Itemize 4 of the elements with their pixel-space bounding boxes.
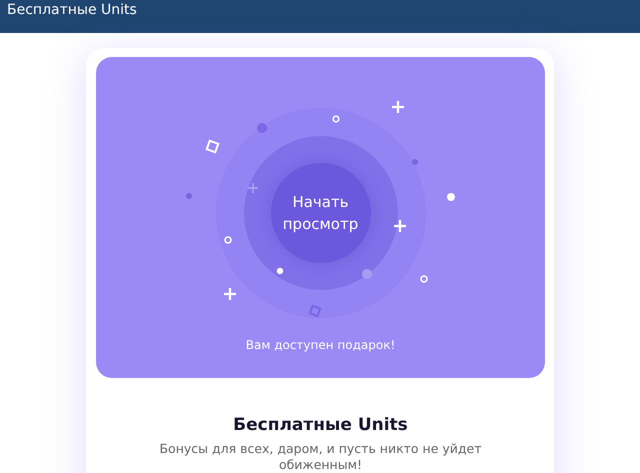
page-title: Бесплатные Units — [7, 1, 137, 19]
section-subtitle: Бонусы для всех, даром, и пусть никто не уйдет обиженным! — [158, 441, 483, 473]
gift-text: Вам доступен подарок! — [246, 337, 396, 353]
section-title: Бесплатные Units — [233, 414, 408, 436]
